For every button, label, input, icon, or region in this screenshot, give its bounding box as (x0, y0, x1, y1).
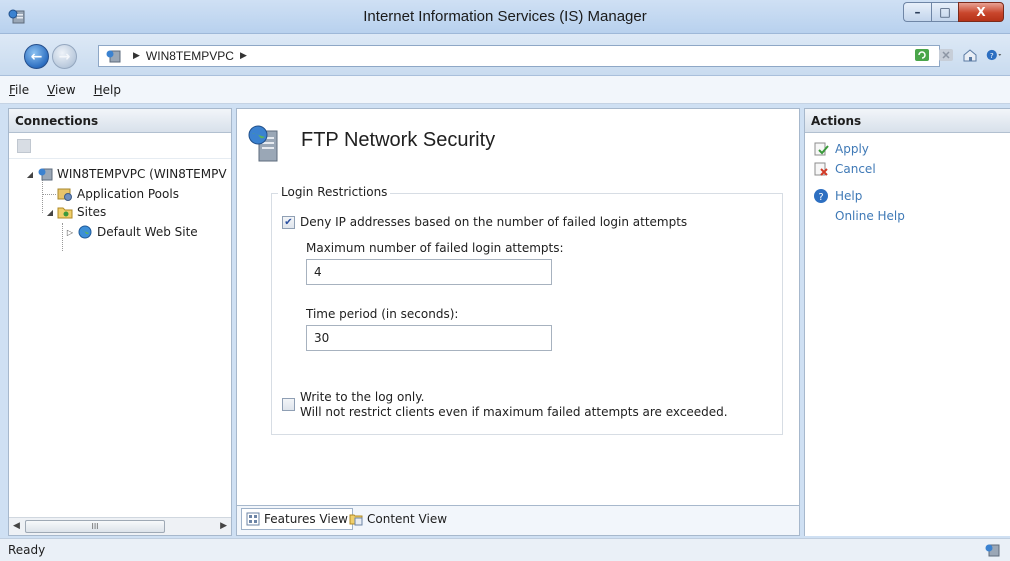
server-icon (106, 50, 121, 63)
maximize-button[interactable]: □ (931, 2, 958, 22)
iis-manager-window: Internet Information Services (IS) Manag… (0, 0, 1010, 561)
horizontal-scrollbar[interactable]: ◀ III ▶ (9, 517, 231, 535)
time-period-input[interactable]: 30 (306, 325, 552, 351)
login-restrictions-group: Login Restrictions ✔ Deny IP addresses b… (271, 185, 783, 435)
feature-page: FTP Network Security Login Restrictions … (236, 108, 800, 506)
tree-item-label: Sites (77, 205, 107, 219)
menu-bar: File View Help (0, 76, 1010, 104)
svg-text:?: ? (990, 51, 994, 60)
maximize-icon: □ (939, 5, 951, 19)
title-bar: Internet Information Services (IS) Manag… (0, 0, 1010, 34)
server-icon (38, 168, 53, 181)
connections-tree: ◢ WIN8TEMPVPC (WIN8TEMPV Application Poo… (9, 159, 231, 251)
server-status-icon (985, 544, 1000, 557)
connections-pane: Connections ◢ WIN8TEMPVPC (WIN8TEMPV App… (8, 108, 232, 536)
minimize-button[interactable]: – (903, 2, 931, 22)
help-dropdown-icon[interactable]: ? (986, 47, 1002, 63)
address-breadcrumb[interactable]: ▶ WIN8TEMPVPC ▶ (98, 45, 940, 67)
help-link[interactable]: Help (835, 189, 862, 203)
tab-features-view[interactable]: Features View (241, 508, 353, 530)
forward-button[interactable]: → (52, 44, 77, 69)
log-only-label[interactable]: Write to the log only. (300, 390, 424, 404)
tree-item-sites[interactable]: ◢ Sites (45, 203, 106, 221)
menu-view[interactable]: View (47, 83, 75, 97)
deny-ip-label[interactable]: Deny IP addresses based on the number of… (300, 215, 687, 229)
page-title: FTP Network Security (301, 129, 496, 151)
tree-item-label: Application Pools (77, 187, 179, 201)
create-connection-icon[interactable] (17, 138, 31, 153)
apply-icon (814, 142, 829, 156)
tree-item-label: Default Web Site (97, 225, 198, 239)
breadcrumb-item-server[interactable]: WIN8TEMPVPC (146, 49, 234, 63)
log-only-description: Will not restrict clients even if maximu… (300, 405, 728, 419)
connections-toolbar (9, 133, 231, 159)
forward-arrow-icon: → (58, 48, 71, 65)
back-arrow-icon: ← (30, 48, 43, 65)
view-switcher: Features View Content View (236, 506, 800, 536)
minimize-icon: – (914, 5, 921, 19)
actions-pane: Actions Apply Cancel ? Help Online Help (804, 108, 1010, 536)
help-icon: ? (814, 189, 828, 203)
scroll-right-icon[interactable]: ▶ (220, 521, 227, 531)
close-icon: X (976, 5, 986, 19)
breadcrumb-separator-icon[interactable]: ▶ (133, 51, 140, 61)
home-icon[interactable] (962, 47, 978, 63)
tree-item-server[interactable]: ◢ WIN8TEMPVPC (WIN8TEMPV (25, 165, 227, 183)
features-view-label: Features View (264, 512, 348, 526)
apply-link[interactable]: Apply (835, 142, 869, 156)
group-label: Login Restrictions (278, 185, 391, 199)
tree-item-application-pools[interactable]: Application Pools (45, 185, 179, 203)
tree-guide-line (62, 223, 63, 251)
max-attempts-label: Maximum number of failed login attempts: (306, 241, 564, 255)
tree-item-default-web-site[interactable]: ▷ Default Web Site (65, 223, 198, 241)
collapse-arrow-icon[interactable]: ◢ (45, 208, 55, 217)
ftp-network-security-icon (248, 125, 278, 162)
refresh-icon[interactable] (914, 47, 930, 63)
window-title: Internet Information Services (IS) Manag… (363, 8, 647, 25)
svg-text:?: ? (818, 192, 823, 203)
scroll-left-icon[interactable]: ◀ (13, 521, 20, 531)
connections-header: Connections (9, 109, 231, 133)
actions-header: Actions (805, 109, 1010, 133)
checkmark-icon: ✔ (284, 217, 293, 228)
collapse-arrow-icon[interactable]: ◢ (25, 170, 35, 179)
stop-icon[interactable] (938, 47, 954, 63)
cancel-link[interactable]: Cancel (835, 162, 876, 176)
content-view-icon (349, 514, 363, 526)
sites-folder-icon (57, 207, 73, 219)
breadcrumb-separator-icon[interactable]: ▶ (240, 51, 247, 61)
address-bar: ← → ▶ WIN8TEMPVPC ▶ ? (0, 34, 1010, 76)
log-only-checkbox[interactable] (282, 398, 295, 411)
tab-content-view[interactable]: Content View (345, 508, 451, 530)
menu-help[interactable]: Help (94, 83, 121, 97)
features-view-icon (246, 512, 260, 526)
deny-ip-checkbox[interactable]: ✔ (282, 216, 295, 229)
cancel-icon (814, 162, 828, 176)
tree-item-label: WIN8TEMPVPC (WIN8TEMPV (57, 167, 227, 181)
content-view-label: Content View (367, 512, 448, 526)
status-bar: Ready (0, 538, 1010, 561)
status-text: Ready (8, 543, 46, 557)
close-button[interactable]: X (958, 2, 1004, 22)
scrollbar-thumb[interactable]: III (25, 520, 165, 533)
globe-icon (78, 225, 92, 239)
max-attempts-input[interactable]: 4 (306, 259, 552, 285)
online-help-link[interactable]: Online Help (835, 209, 905, 223)
window-controls: – □ X (903, 2, 1004, 22)
time-period-label: Time period (in seconds): (306, 307, 459, 321)
app-pool-icon (57, 188, 72, 201)
address-toolbar: ? (914, 47, 1002, 63)
expand-arrow-icon[interactable]: ▷ (65, 228, 75, 237)
menu-file[interactable]: File (9, 83, 29, 97)
back-button[interactable]: ← (24, 44, 49, 69)
